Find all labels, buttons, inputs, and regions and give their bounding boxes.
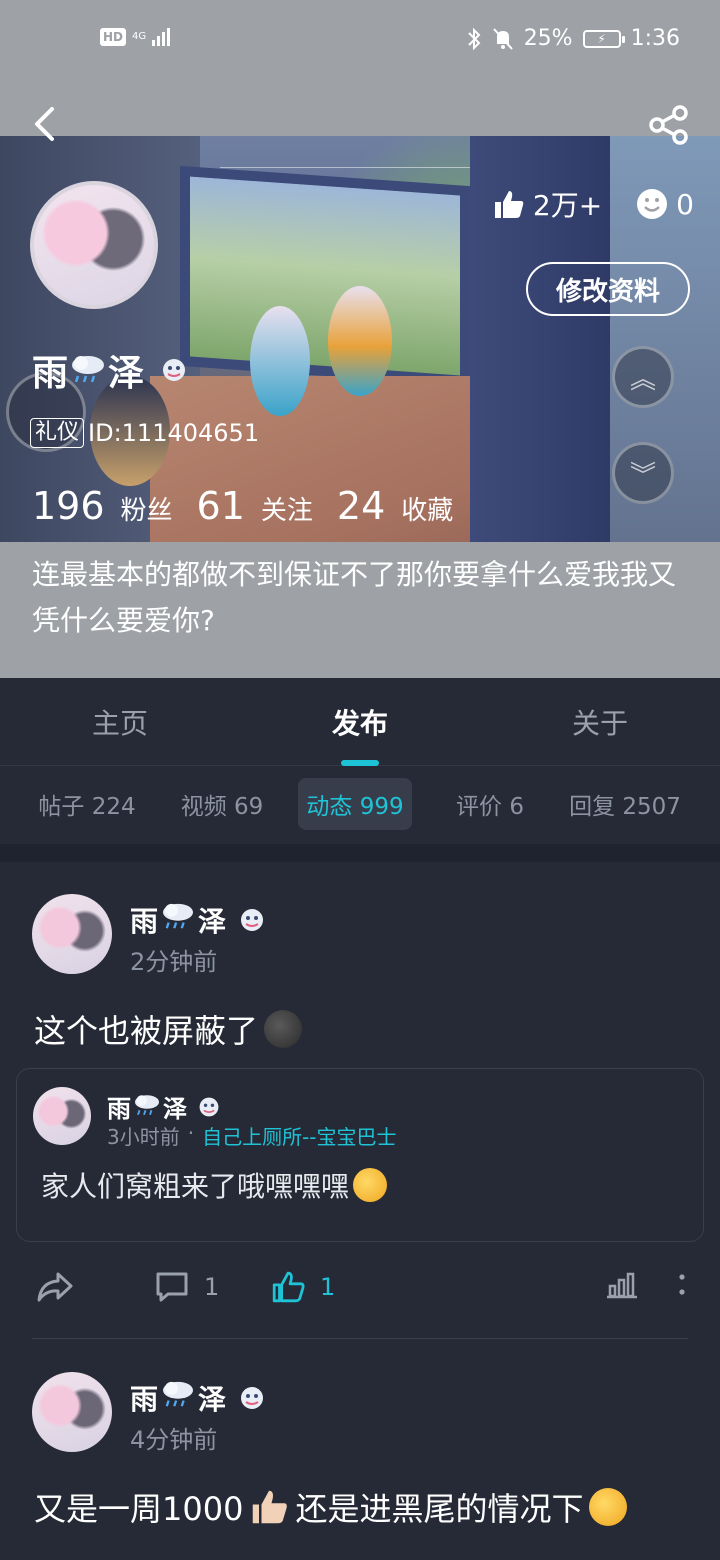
back-button[interactable] (26, 104, 62, 144)
profile-reactions: 2万+ 0 (493, 184, 694, 224)
level-badge-icon (163, 359, 186, 381)
dark-smirk-emoji-icon (264, 1010, 303, 1048)
meta-separator: · (187, 1121, 195, 1145)
battery-icon: ⚡ (582, 29, 625, 48)
smirk-emoji-icon (353, 1168, 388, 1202)
quoted-meta: 3小时前 · 自己上厕所--宝宝巴士 (107, 1121, 397, 1150)
profile-username: 雨泽 (32, 344, 188, 396)
cover-window (180, 165, 470, 387)
battery-percent: 25% (523, 26, 573, 51)
quoted-text: 家人们窝粗来了哦嘿嘿嘿 (41, 1165, 388, 1205)
etiquette-tag[interactable]: 礼仪 (30, 418, 85, 448)
cover-character (328, 286, 392, 396)
tab-publish[interactable]: 发布 (240, 678, 480, 766)
level-badge-icon (241, 1387, 264, 1409)
tag-row: 礼仪 ID:111404651 (30, 418, 259, 448)
sub-tabs: 帖子 224 视频 69 动态 999 评价 6 回复 2507 (0, 766, 720, 844)
smile-icon (637, 189, 668, 219)
quoted-source-link[interactable]: 自己上厕所--宝宝巴士 (202, 1121, 396, 1150)
like-count: 1 (320, 1273, 336, 1301)
quoted-author[interactable]: 雨泽 (107, 1089, 221, 1124)
following-label[interactable]: 关注 (261, 490, 313, 527)
clock: 1:36 (630, 26, 680, 51)
profile-avatar[interactable] (30, 181, 158, 309)
post-divider (32, 1338, 688, 1339)
thumbs-up-icon (494, 191, 524, 218)
post-text: 这个也被屏蔽了 (34, 1006, 303, 1052)
hd-badge: HD (100, 28, 127, 46)
thumbs-up-icon (272, 1271, 305, 1303)
level-badge-icon (241, 909, 264, 931)
main-tabs: 主页 发布 关于 (0, 678, 720, 766)
like-button[interactable]: 1 (270, 1270, 335, 1304)
profile-header: HD 4G 25% ⚡ 1:36 ︽ ︾ 2万+ 0 修改资料 雨 泽 礼仪 I… (0, 0, 720, 678)
status-bar: HD 4G 25% ⚡ 1:36 (0, 0, 720, 84)
followers-count[interactable]: 196 (32, 484, 105, 528)
subtab-posts[interactable]: 帖子 224 (26, 778, 148, 830)
followers-label[interactable]: 粉丝 (121, 490, 173, 527)
profile-bio: 连最基本的都做不到保证不了那你要拿什么爱我我又凭什么要爱你? (32, 558, 677, 637)
tab-home[interactable]: 主页 (0, 678, 240, 766)
signal-icon (152, 28, 171, 46)
comment-count: 1 (204, 1273, 220, 1301)
cover-character (250, 306, 310, 416)
share-button[interactable] (648, 104, 690, 146)
jump-control: ︽ (612, 346, 674, 408)
username-text: 雨泽 (32, 353, 145, 394)
likes-count: 2万+ (532, 189, 603, 222)
level-badge-icon (199, 1097, 219, 1116)
likes-stat[interactable]: 2万+ (493, 184, 602, 224)
rain-cloud-icon (158, 901, 198, 933)
mute-bell-icon (492, 27, 513, 50)
post-text: 又是一周1000 还是进黑尾的情况下 (34, 1484, 628, 1530)
bluetooth-icon (467, 27, 481, 50)
status-right: 25% ⚡ 1:36 (466, 26, 680, 51)
favorites-count[interactable]: 24 (337, 484, 385, 528)
thumbs-up-emoji-icon (253, 1490, 288, 1524)
post-author[interactable]: 雨泽 (130, 1378, 266, 1418)
comment-icon (156, 1272, 188, 1302)
following-count[interactable]: 61 (197, 484, 245, 528)
top-nav (0, 96, 720, 156)
comment-button[interactable]: 1 (154, 1270, 219, 1304)
subtab-moments[interactable]: 动态 999 (298, 778, 412, 830)
more-vertical-icon (679, 1274, 685, 1295)
forward-icon (37, 1272, 73, 1302)
subtab-videos[interactable]: 视频 69 (168, 778, 276, 830)
post-avatar[interactable] (32, 894, 112, 974)
quoted-avatar[interactable] (33, 1087, 91, 1145)
subtab-replies[interactable]: 回复 2507 (560, 778, 690, 830)
smirk-emoji-icon (589, 1488, 628, 1526)
crouch-control: ︾ (612, 442, 674, 504)
network-type: 4G (132, 31, 147, 42)
favorites-label[interactable]: 收藏 (401, 490, 453, 527)
user-id: ID:111404651 (88, 419, 260, 447)
rain-cloud-icon (68, 353, 108, 385)
forward-button[interactable] (36, 1270, 74, 1304)
post-time: 4分钟前 (130, 1426, 218, 1454)
status-left: HD 4G (100, 28, 171, 46)
post-time: 2分钟前 (130, 948, 218, 976)
more-button[interactable] (674, 1270, 690, 1300)
post-actions: 1 1 (0, 1260, 720, 1324)
chevron-left-icon (35, 107, 54, 141)
quoted-time: 3小时前 (107, 1125, 180, 1149)
rain-cloud-icon (158, 1379, 198, 1411)
smile-count: 0 (676, 187, 694, 221)
share-icon (649, 105, 688, 145)
edit-profile-button[interactable]: 修改资料 (526, 262, 690, 316)
subtab-reviews[interactable]: 评价 6 (440, 778, 540, 830)
quoted-post-card[interactable]: 雨泽 3小时前 · 自己上厕所--宝宝巴士 家人们窝粗来了哦嘿嘿嘿 (16, 1068, 704, 1242)
bar-chart-icon (607, 1272, 637, 1299)
follow-stats: 196 粉丝 61 关注 24 收藏 (32, 484, 461, 528)
post-author[interactable]: 雨泽 (130, 900, 266, 940)
stats-button[interactable] (606, 1270, 638, 1300)
smile-stat[interactable]: 0 (636, 188, 694, 221)
rain-cloud-icon (131, 1093, 163, 1117)
post-avatar[interactable] (32, 1372, 112, 1452)
tab-about[interactable]: 关于 (480, 678, 720, 766)
